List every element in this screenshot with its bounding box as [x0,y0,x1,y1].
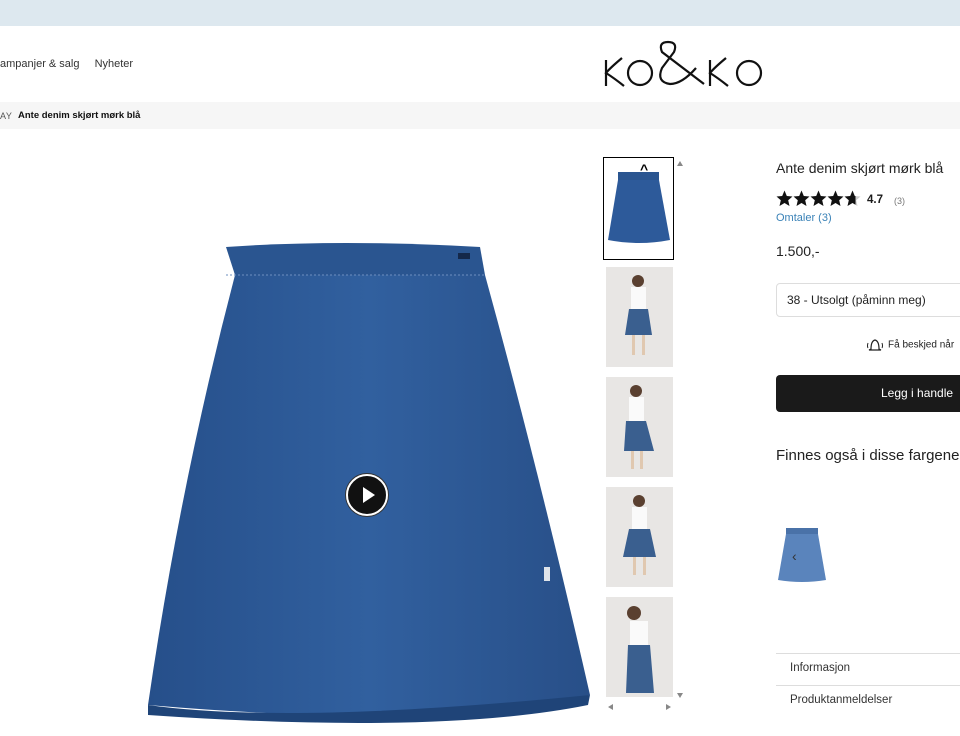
breadcrumb-previous[interactable]: AY [0,111,12,121]
accordion-reviews-label: Produktanmeldelser [790,694,893,706]
thumbnail-skirt[interactable]: ^ [603,157,674,260]
nav-item-campaigns[interactable]: ampanjer & salg [0,58,80,70]
product-price: 1.500,- [776,243,820,259]
breadcrumb: AY Ante denim skjørt mørk blå [0,102,960,129]
thumbnail-model-side[interactable] [606,377,673,477]
chevron-up-icon[interactable]: ^ [640,162,648,176]
scroll-down-arrow[interactable] [677,693,683,698]
top-banner [0,0,960,26]
rating-count: (3) [894,196,905,206]
rating-stars[interactable] [776,190,862,208]
scroll-left-arrow[interactable] [608,704,613,710]
product-title: Ante denim skjørt mørk blå [776,160,944,176]
thumbnail-strip[interactable]: ^ [603,157,683,712]
scroll-right-arrow[interactable] [666,704,671,710]
add-to-cart-label: Legg i handle [881,386,954,400]
thumbnail-model-pose[interactable] [606,597,673,697]
size-select[interactable]: 38 - Utsolgt (påminn meg) [776,283,960,317]
bell-icon [867,339,883,351]
accordion-reviews[interactable]: Produktanmeldelser [776,685,960,717]
play-video-button[interactable] [346,474,388,516]
scroll-up-arrow[interactable] [677,161,683,166]
colors-heading: Finnes også i disse fargene [776,447,960,464]
add-to-cart-button[interactable]: Legg i handle [776,375,960,412]
notify-link[interactable]: Få beskjed når [866,338,954,352]
breadcrumb-current: Ante denim skjørt mørk blå [18,110,141,121]
thumbnail-model-back[interactable] [606,487,673,587]
chevron-left-icon[interactable]: ‹ [792,548,797,564]
nav-item-news[interactable]: Nyheter [95,58,134,70]
rating-value: 4.7 [867,194,883,206]
accordion-information[interactable]: Informasjon [776,653,960,685]
accordion-information-label: Informasjon [790,662,851,674]
notify-text: Få beskjed når [888,339,955,351]
main-nav: ampanjer & salg Nyheter [0,58,145,70]
logo[interactable] [600,38,770,90]
thumbnail-model-front[interactable] [606,267,673,367]
reviews-link[interactable]: Omtaler (3) [776,212,832,224]
color-swatch-denim[interactable]: ‹ [776,522,828,588]
